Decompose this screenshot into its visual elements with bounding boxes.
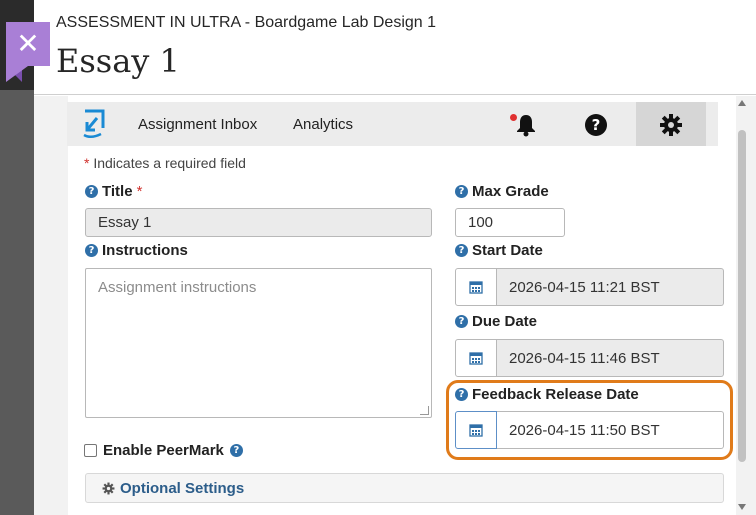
page-title: Essay 1	[56, 42, 180, 80]
help-icon[interactable]: ?	[455, 185, 468, 198]
scroll-up-icon[interactable]	[738, 100, 746, 106]
help-icon[interactable]: ?	[229, 444, 243, 457]
start-date-value: 2026-04-15 11:21 BST	[509, 278, 660, 296]
start-date-label: ? Start Date	[455, 242, 543, 259]
start-date-label-text: Start Date	[472, 242, 543, 259]
instructions-label: ? Instructions	[85, 242, 188, 259]
scroll-down-icon[interactable]	[738, 504, 746, 510]
due-date-picker: 2026-04-15 11:46 BST	[455, 339, 724, 377]
close-button[interactable]: ✕	[6, 22, 50, 82]
gear-icon	[102, 482, 115, 494]
breadcrumb: ASSESSMENT IN ULTRA - Boardgame Lab Desi…	[56, 14, 437, 31]
turnitin-logo-icon[interactable]	[81, 108, 109, 140]
highlight-annotation	[446, 380, 733, 460]
peermark-row: Enable PeerMark ?	[84, 442, 243, 459]
max-grade-label: ? Max Grade	[455, 183, 549, 200]
calendar-icon[interactable]	[455, 268, 497, 306]
close-button-tail	[6, 66, 28, 82]
start-date-picker: 2026-04-15 11:21 BST	[455, 268, 724, 306]
max-grade-label-text: Max Grade	[472, 183, 549, 200]
resize-grip-icon[interactable]	[420, 406, 429, 415]
scroll-thumb[interactable]	[738, 130, 746, 462]
optional-settings-label: Optional Settings	[120, 479, 245, 497]
required-field-note: * Indicates a required field	[84, 155, 246, 171]
due-date-label: ? Due Date	[455, 313, 537, 330]
due-date-value: 2026-04-15 11:46 BST	[509, 349, 660, 367]
gear-icon[interactable]	[659, 113, 683, 137]
peermark-label: Enable PeerMark	[103, 442, 224, 459]
help-icon[interactable]: ?	[85, 185, 98, 198]
help-icon[interactable]: ?	[85, 244, 98, 257]
due-date-label-text: Due Date	[472, 313, 538, 330]
title-value: Essay 1	[98, 214, 152, 231]
tab-analytics[interactable]: Analytics	[293, 116, 353, 133]
instructions-placeholder: Assignment instructions	[98, 279, 257, 296]
max-grade-value: 100	[468, 214, 494, 231]
peermark-checkbox[interactable]	[84, 444, 97, 457]
scrollbar[interactable]	[736, 100, 748, 512]
help-circle-icon[interactable]: ?	[584, 113, 608, 137]
turnitin-toolbar: Assignment Inbox Analytics ?	[67, 102, 718, 146]
settings-tab[interactable]	[636, 102, 706, 146]
panel-header: ASSESSMENT IN ULTRA - Boardgame Lab Desi…	[34, 0, 756, 95]
instructions-textarea[interactable]: Assignment instructions	[85, 268, 432, 418]
required-note-text: Indicates a required field	[93, 155, 246, 171]
due-date-field[interactable]: 2026-04-15 11:46 BST	[497, 339, 724, 377]
bell-icon[interactable]	[514, 113, 538, 137]
start-date-field[interactable]: 2026-04-15 11:21 BST	[497, 268, 724, 306]
svg-text:?: ?	[592, 116, 601, 134]
required-star: *	[136, 183, 143, 200]
max-grade-field[interactable]: 100	[455, 208, 565, 237]
title-field[interactable]: Essay 1	[85, 208, 432, 237]
close-icon: ✕	[16, 28, 40, 59]
optional-settings-toggle[interactable]: Optional Settings	[85, 473, 724, 503]
calendar-icon[interactable]	[455, 339, 497, 377]
tab-assignment-inbox[interactable]: Assignment Inbox	[138, 116, 257, 133]
help-icon[interactable]: ?	[455, 244, 468, 257]
help-icon[interactable]: ?	[455, 315, 468, 328]
required-star: *	[84, 155, 90, 171]
title-label: ? Title *	[85, 183, 142, 200]
title-label-text: Title	[102, 183, 133, 200]
instructions-label-text: Instructions	[102, 242, 188, 259]
